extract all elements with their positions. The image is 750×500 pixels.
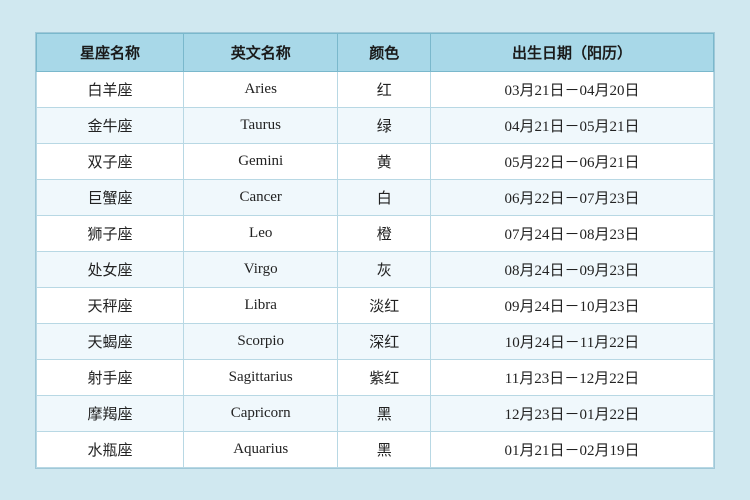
cell-english-name: Aries: [183, 71, 337, 107]
table-body: 白羊座Aries红03月21日－04月20日金牛座Taurus绿04月21日－0…: [37, 71, 714, 467]
cell-chinese-name: 巨蟹座: [37, 179, 184, 215]
table-row: 巨蟹座Cancer白06月22日－07月23日: [37, 179, 714, 215]
table-row: 白羊座Aries红03月21日－04月20日: [37, 71, 714, 107]
header-chinese-name: 星座名称: [37, 33, 184, 71]
cell-chinese-name: 天蝎座: [37, 323, 184, 359]
table-row: 处女座Virgo灰08月24日－09月23日: [37, 251, 714, 287]
cell-color: 橙: [338, 215, 431, 251]
table-row: 天蝎座Scorpio深红10月24日－11月22日: [37, 323, 714, 359]
cell-english-name: Capricorn: [183, 395, 337, 431]
cell-dates: 12月23日－01月22日: [430, 395, 713, 431]
header-dates: 出生日期（阳历）: [430, 33, 713, 71]
table-header-row: 星座名称 英文名称 颜色 出生日期（阳历）: [37, 33, 714, 71]
cell-english-name: Taurus: [183, 107, 337, 143]
table-row: 金牛座Taurus绿04月21日－05月21日: [37, 107, 714, 143]
zodiac-table: 星座名称 英文名称 颜色 出生日期（阳历） 白羊座Aries红03月21日－04…: [36, 33, 714, 468]
cell-dates: 11月23日－12月22日: [430, 359, 713, 395]
table-row: 天秤座Libra淡红09月24日－10月23日: [37, 287, 714, 323]
cell-chinese-name: 双子座: [37, 143, 184, 179]
cell-chinese-name: 水瓶座: [37, 431, 184, 467]
cell-chinese-name: 摩羯座: [37, 395, 184, 431]
cell-chinese-name: 天秤座: [37, 287, 184, 323]
cell-english-name: Sagittarius: [183, 359, 337, 395]
zodiac-table-wrapper: 星座名称 英文名称 颜色 出生日期（阳历） 白羊座Aries红03月21日－04…: [35, 32, 715, 469]
cell-dates: 06月22日－07月23日: [430, 179, 713, 215]
cell-dates: 01月21日－02月19日: [430, 431, 713, 467]
cell-dates: 08月24日－09月23日: [430, 251, 713, 287]
cell-color: 绿: [338, 107, 431, 143]
cell-dates: 03月21日－04月20日: [430, 71, 713, 107]
cell-english-name: Gemini: [183, 143, 337, 179]
header-color: 颜色: [338, 33, 431, 71]
cell-english-name: Virgo: [183, 251, 337, 287]
cell-chinese-name: 处女座: [37, 251, 184, 287]
cell-color: 紫红: [338, 359, 431, 395]
cell-dates: 05月22日－06月21日: [430, 143, 713, 179]
table-row: 双子座Gemini黄05月22日－06月21日: [37, 143, 714, 179]
cell-chinese-name: 狮子座: [37, 215, 184, 251]
table-row: 狮子座Leo橙07月24日－08月23日: [37, 215, 714, 251]
cell-dates: 09月24日－10月23日: [430, 287, 713, 323]
table-row: 水瓶座Aquarius黑01月21日－02月19日: [37, 431, 714, 467]
cell-chinese-name: 金牛座: [37, 107, 184, 143]
cell-english-name: Cancer: [183, 179, 337, 215]
cell-color: 黄: [338, 143, 431, 179]
cell-color: 淡红: [338, 287, 431, 323]
cell-color: 深红: [338, 323, 431, 359]
cell-chinese-name: 射手座: [37, 359, 184, 395]
cell-dates: 07月24日－08月23日: [430, 215, 713, 251]
table-row: 射手座Sagittarius紫红11月23日－12月22日: [37, 359, 714, 395]
cell-color: 红: [338, 71, 431, 107]
cell-english-name: Libra: [183, 287, 337, 323]
cell-color: 白: [338, 179, 431, 215]
cell-chinese-name: 白羊座: [37, 71, 184, 107]
table-row: 摩羯座Capricorn黑12月23日－01月22日: [37, 395, 714, 431]
header-english-name: 英文名称: [183, 33, 337, 71]
cell-color: 灰: [338, 251, 431, 287]
cell-english-name: Leo: [183, 215, 337, 251]
cell-dates: 04月21日－05月21日: [430, 107, 713, 143]
cell-color: 黑: [338, 395, 431, 431]
cell-english-name: Aquarius: [183, 431, 337, 467]
cell-color: 黑: [338, 431, 431, 467]
cell-dates: 10月24日－11月22日: [430, 323, 713, 359]
cell-english-name: Scorpio: [183, 323, 337, 359]
